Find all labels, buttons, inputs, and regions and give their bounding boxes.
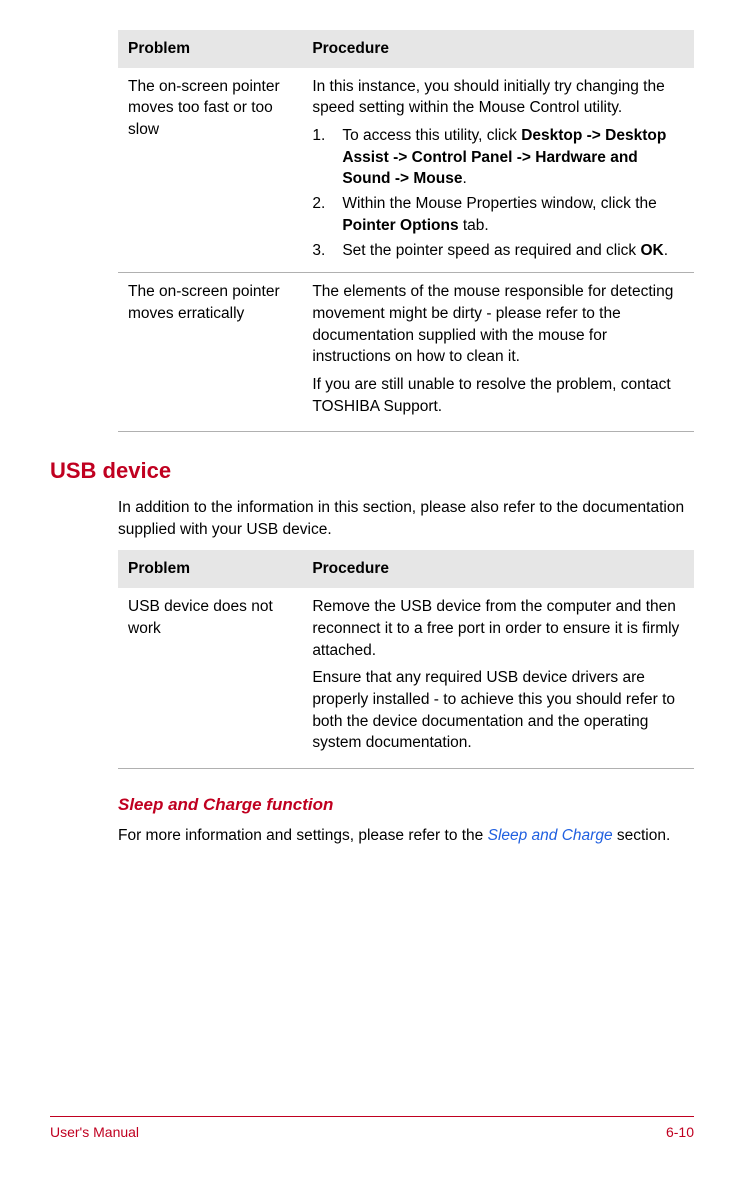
problem-cell: USB device does not work xyxy=(118,588,302,768)
table-header-procedure: Procedure xyxy=(302,550,694,588)
sleep-and-charge-link[interactable]: Sleep and Charge xyxy=(488,827,613,844)
sleep-charge-text: For more information and settings, pleas… xyxy=(118,825,694,847)
table-header-problem: Problem xyxy=(118,30,302,68)
procedure-cell: In this instance, you should initially t… xyxy=(302,68,694,273)
procedure-paragraph: Remove the USB device from the computer … xyxy=(312,596,684,661)
table-header-procedure: Procedure xyxy=(302,30,694,68)
procedure-step: Within the Mouse Properties window, clic… xyxy=(312,193,684,236)
footer-page-number: 6-10 xyxy=(666,1123,694,1143)
procedure-paragraph: Ensure that any required USB device driv… xyxy=(312,667,684,754)
table-row: The on-screen pointer moves erratically … xyxy=(118,273,694,432)
procedure-cell: Remove the USB device from the computer … xyxy=(302,588,694,768)
problem-cell: The on-screen pointer moves erratically xyxy=(118,273,302,432)
procedure-step: Set the pointer speed as required and cl… xyxy=(312,240,684,262)
table-row: The on-screen pointer moves too fast or … xyxy=(118,68,694,273)
procedure-cell: The elements of the mouse responsible fo… xyxy=(302,273,694,432)
problem-cell: The on-screen pointer moves too fast or … xyxy=(118,68,302,273)
procedure-steps: To access this utility, click Desktop ->… xyxy=(312,125,684,261)
table-header-problem: Problem xyxy=(118,550,302,588)
mouse-troubleshooting-table: Problem Procedure The on-screen pointer … xyxy=(118,30,694,432)
usb-device-heading: USB device xyxy=(50,456,694,487)
footer-manual-label: User's Manual xyxy=(50,1123,139,1143)
sleep-charge-heading: Sleep and Charge function xyxy=(118,793,694,817)
procedure-intro: In this instance, you should initially t… xyxy=(312,76,684,119)
procedure-step: To access this utility, click Desktop ->… xyxy=(312,125,684,190)
usb-intro-text: In addition to the information in this s… xyxy=(118,497,694,540)
table-row: USB device does not work Remove the USB … xyxy=(118,588,694,768)
usb-troubleshooting-table: Problem Procedure USB device does not wo… xyxy=(118,550,694,769)
page-footer: User's Manual 6-10 xyxy=(50,1116,694,1143)
procedure-paragraph: The elements of the mouse responsible fo… xyxy=(312,281,684,368)
procedure-paragraph: If you are still unable to resolve the p… xyxy=(312,374,684,417)
